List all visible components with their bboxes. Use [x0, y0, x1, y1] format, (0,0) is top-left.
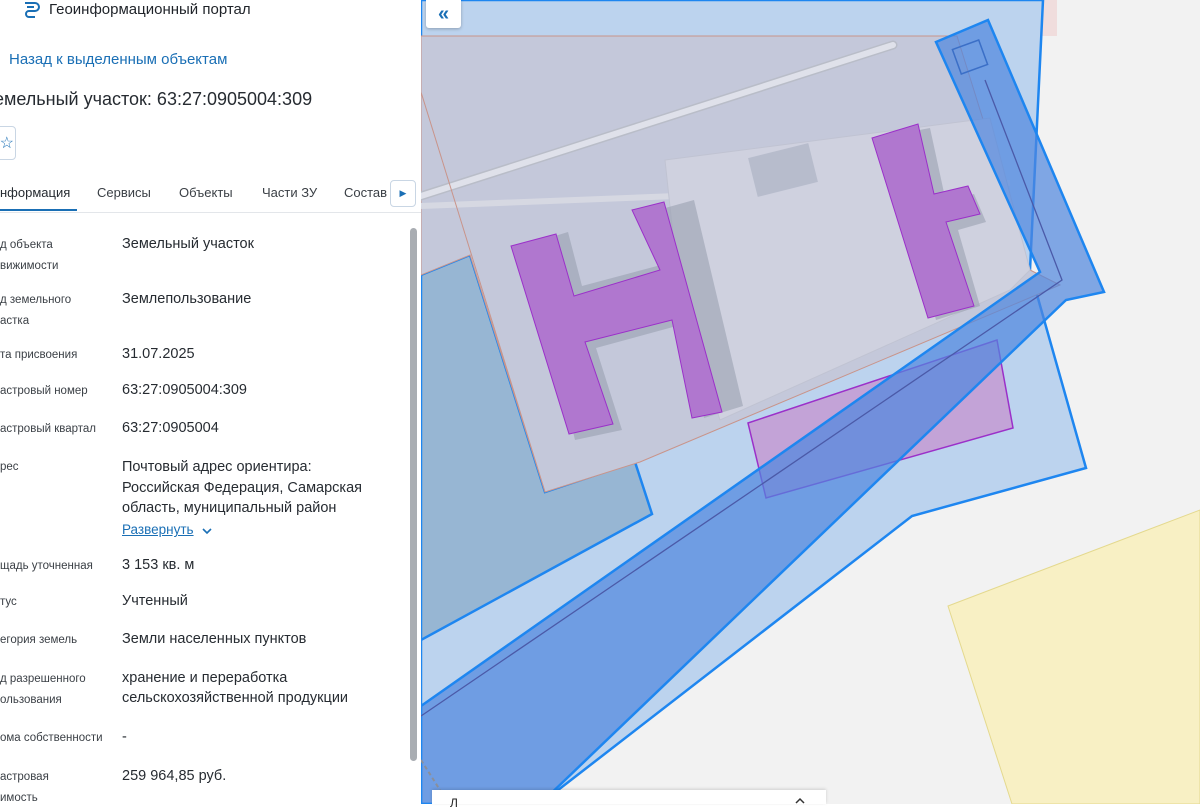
property-value-status: Учтенный — [122, 593, 188, 609]
property-value-permitted-use-line-1: хранение и переработка — [122, 670, 288, 686]
property-label-parcel-type-1: д земельного — [0, 294, 72, 306]
tab-parcel-parts[interactable]: Части ЗУ — [262, 185, 317, 201]
tabs-scroll-next-button[interactable]: ▶ — [390, 180, 416, 207]
property-label-cadastral-quarter: астровый квартал — [0, 423, 96, 435]
chevron-down-icon[interactable] — [200, 524, 214, 538]
map-bottom-card-label: Л — [450, 796, 458, 810]
property-value-cadastral-value: 259 964,85 руб. — [122, 768, 227, 784]
property-label-object-type-2: вижимости — [0, 260, 59, 272]
portal-logo-icon — [25, 1, 40, 18]
star-icon: ☆ — [0, 135, 14, 152]
property-label-permitted-use-2: ользования — [0, 694, 62, 706]
property-label-object-type-1: д объекта — [0, 239, 53, 251]
property-value-permitted-use-line-2: сельскохозяйственной продукции — [122, 690, 349, 706]
property-value-cadastral-quarter: 63:27:0905004 — [122, 420, 219, 436]
favorite-button[interactable]: ☆ — [0, 126, 16, 160]
map-view[interactable] — [421, 0, 1200, 804]
property-value-address-line-2: Российская Федерация, Самарская — [122, 480, 363, 496]
property-value-land-category: Земли населенных пунктов — [122, 631, 307, 647]
tab-composition[interactable]: Состав — [344, 185, 387, 201]
property-label-address: рес — [0, 461, 19, 473]
active-tab-indicator — [0, 209, 77, 211]
property-value-ownership-form: - — [122, 729, 127, 745]
property-label-assigned-date: та присвоения — [0, 349, 78, 361]
property-label-land-category: егория земель — [0, 634, 78, 646]
map-bottom-card[interactable] — [432, 790, 826, 804]
map-canvas[interactable] — [421, 0, 1200, 804]
property-label-status: тус — [0, 596, 17, 608]
property-label-cadastral-number: астровый номер — [0, 385, 88, 397]
tab-information[interactable]: нформация — [0, 185, 70, 201]
tab-services[interactable]: Сервисы — [97, 185, 151, 201]
property-value-address-line-3: область, муниципальный район — [122, 500, 337, 516]
property-label-area: щадь уточненная — [0, 560, 93, 572]
tabs-bar: нформация Сервисы Объекты Части ЗУ Соста… — [0, 178, 421, 213]
expand-address-link[interactable]: Развернуть — [122, 522, 194, 537]
tab-objects[interactable]: Объекты — [179, 185, 233, 201]
property-value-cadastral-number: 63:27:0905004:309 — [122, 382, 247, 398]
chevron-up-icon[interactable] — [794, 796, 806, 804]
property-value-area: 3 153 кв. м — [122, 557, 195, 573]
side-panel: Геоинформационный портал Назад к выделен… — [0, 0, 422, 804]
property-label-cadastral-value-1: астровая — [0, 771, 49, 783]
double-chevron-left-icon: « — [437, 2, 450, 25]
collapse-panel-button[interactable]: « — [426, 0, 461, 28]
caret-right-icon: ▶ — [399, 188, 407, 198]
property-label-permitted-use-1: д разрешенного — [0, 673, 86, 685]
property-value-assigned-date: 31.07.2025 — [122, 346, 195, 362]
back-to-selection-link[interactable]: Назад к выделенным объектам — [9, 51, 227, 69]
property-value-address-line-1: Почтовый адрес ориентира: — [122, 459, 312, 475]
property-label-ownership-form: ома собственности — [0, 732, 103, 744]
property-label-cadastral-value-2: имость — [0, 792, 38, 804]
app-title: Геоинформационный портал — [49, 1, 251, 18]
property-value-parcel-type: Землепользование — [122, 291, 252, 307]
page-title: емельный участок: 63:27:0905004:309 — [0, 89, 313, 109]
property-value-object-type: Земельный участок — [122, 236, 254, 252]
property-label-parcel-type-2: астка — [0, 315, 30, 327]
panel-scrollbar-thumb[interactable] — [410, 228, 417, 761]
